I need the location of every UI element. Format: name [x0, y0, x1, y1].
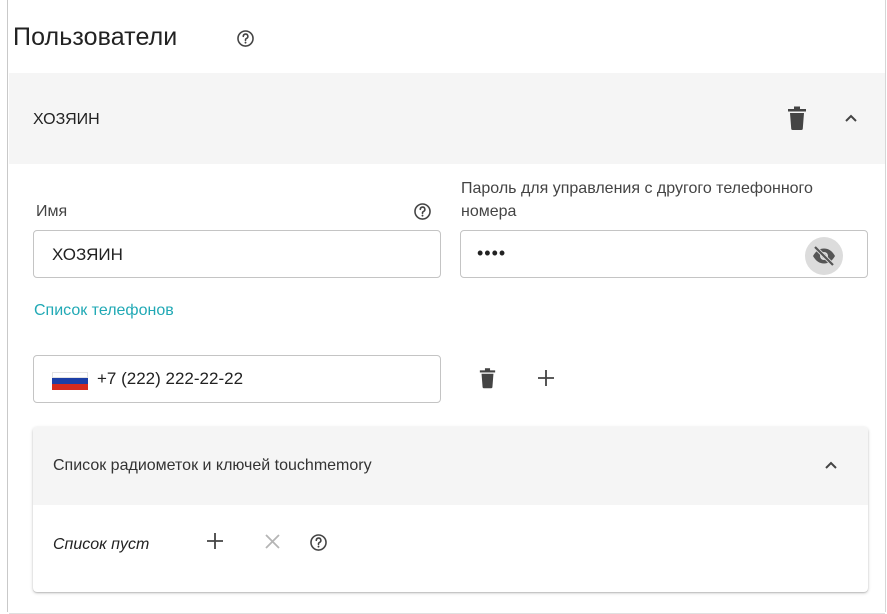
help-circle-icon[interactable]: [236, 29, 255, 53]
help-circle-icon[interactable]: [309, 533, 328, 557]
radio-tags-panel: Список радиометок и ключей touchmemory С…: [33, 427, 868, 592]
chevron-up-icon[interactable]: [823, 457, 839, 478]
page-title: Пользователи: [13, 23, 178, 51]
password-value: ••••: [477, 243, 507, 263]
phone-field[interactable]: +7 (222) 222-22-22: [33, 355, 441, 403]
phone-number: +7 (222) 222-22-22: [97, 369, 244, 388]
password-field[interactable]: ••••: [460, 230, 868, 278]
trash-icon[interactable]: [479, 367, 496, 394]
eye-off-icon[interactable]: [805, 237, 843, 275]
user-header-title: ХОЗЯИН: [33, 111, 100, 128]
name-field[interactable]: ХОЗЯИН: [33, 230, 441, 278]
password-label: Пароль для управления с другого телефонн…: [461, 180, 813, 220]
help-circle-icon[interactable]: [413, 202, 432, 226]
name-label: Имя: [36, 203, 68, 220]
empty-list-text: Список пуст: [53, 536, 150, 553]
close-icon[interactable]: [264, 533, 281, 555]
trash-icon[interactable]: [787, 106, 807, 135]
radio-tags-title: Список радиометок и ключей touchmemory: [53, 457, 372, 474]
radio-tags-header[interactable]: Список радиометок и ключей touchmemory: [33, 427, 868, 505]
chevron-up-icon[interactable]: [843, 110, 859, 131]
phones-section-link[interactable]: Список телефонов: [34, 302, 174, 320]
plus-icon[interactable]: [537, 369, 555, 392]
plus-icon[interactable]: [206, 532, 224, 555]
russia-flag-icon[interactable]: [52, 372, 88, 390]
user-panel-header[interactable]: ХОЗЯИН: [9, 73, 885, 164]
name-value: ХОЗЯИН: [52, 245, 123, 264]
